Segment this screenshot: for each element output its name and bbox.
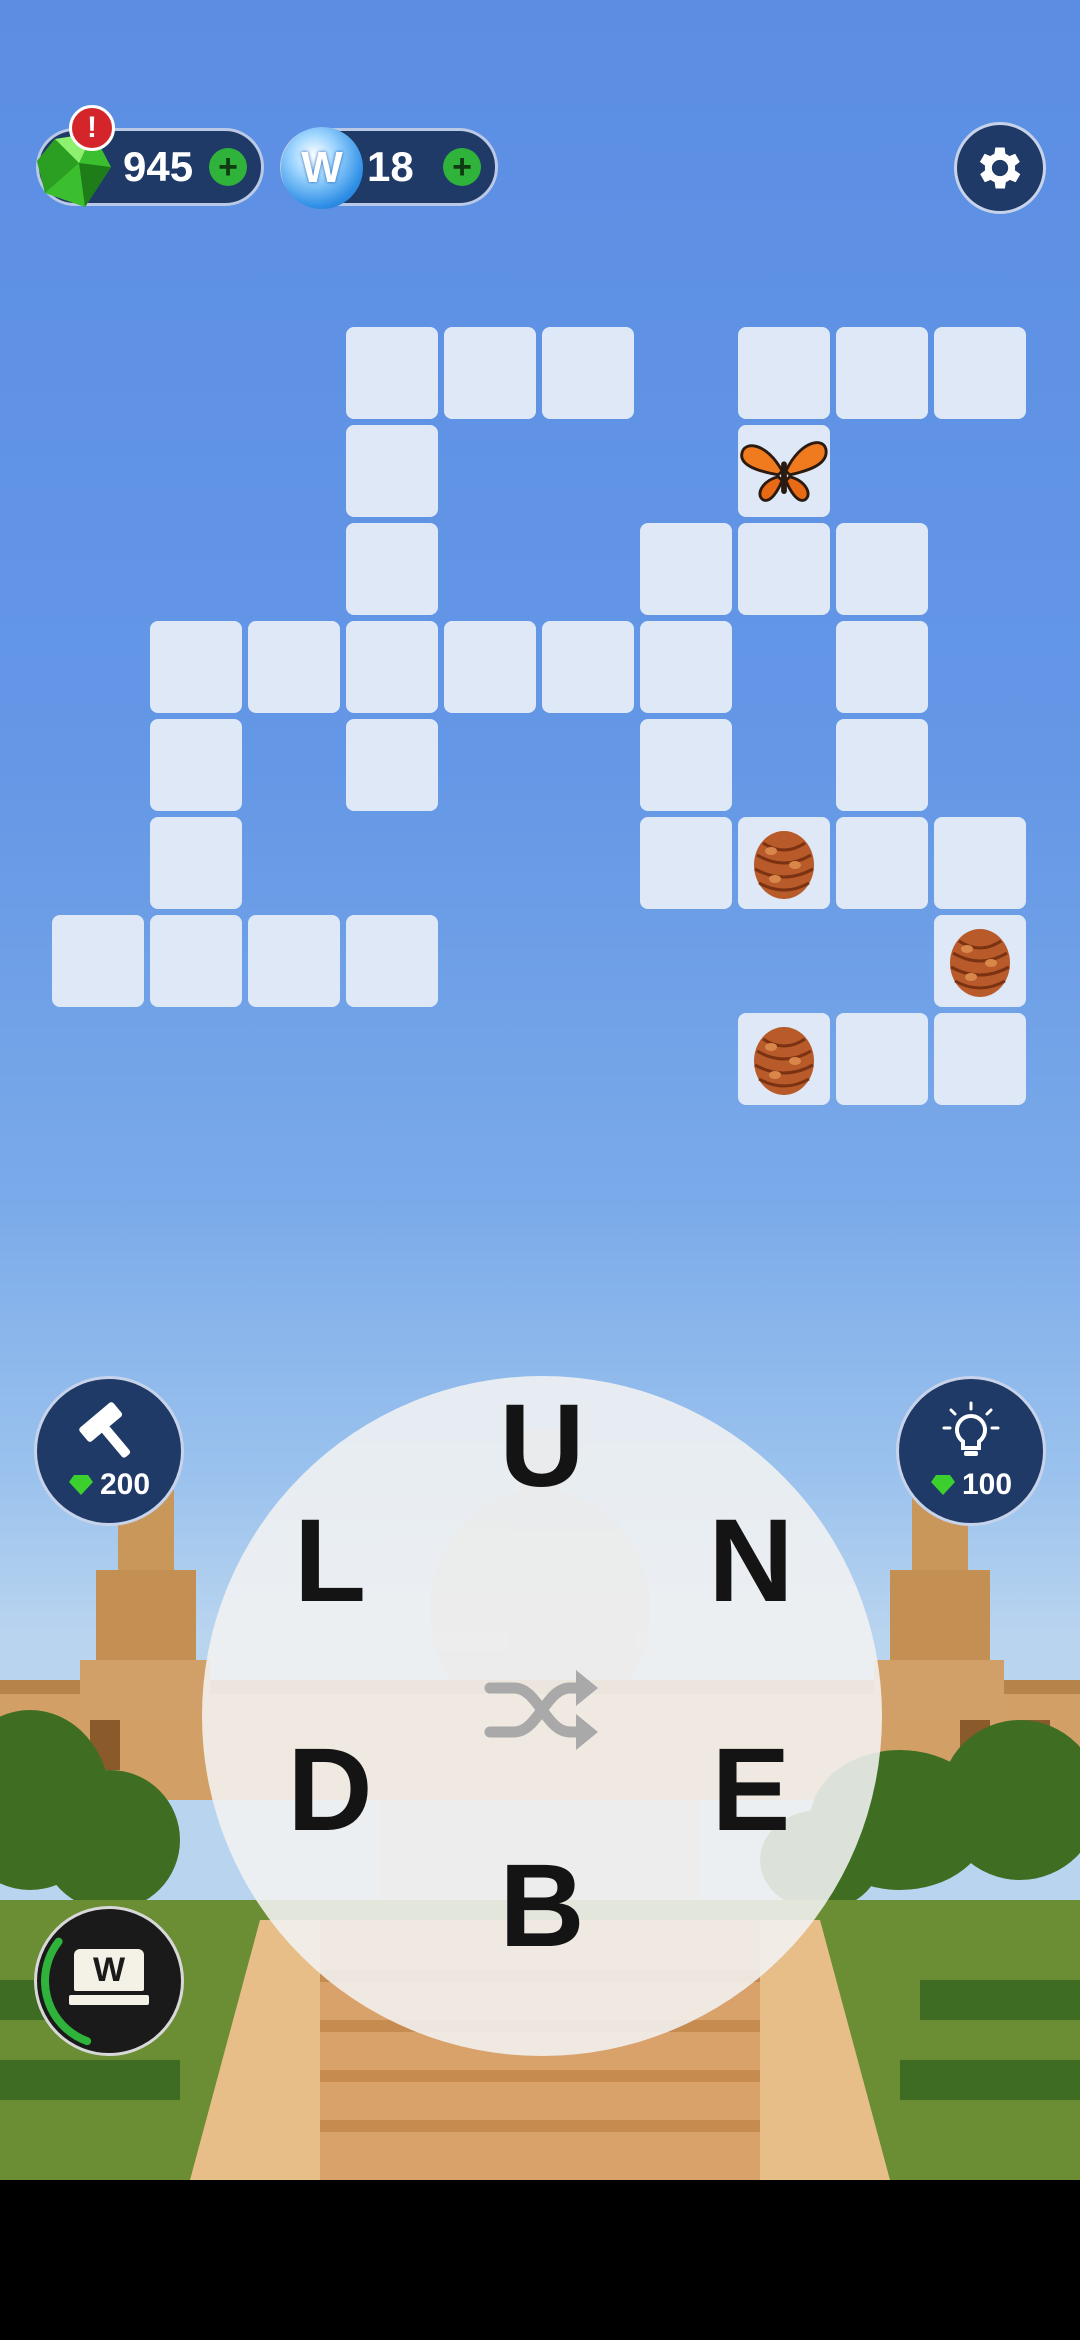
wheel-letter-b[interactable]: B	[472, 1836, 612, 1976]
grid-cell	[150, 719, 242, 811]
grid-cell	[346, 523, 438, 615]
grid-cell	[738, 1013, 830, 1105]
grid-cell	[444, 327, 536, 419]
pinecone-icon	[754, 831, 814, 899]
grid-cell	[640, 621, 732, 713]
wheel-letter-n[interactable]: N	[681, 1491, 821, 1631]
wheel-letter-d[interactable]: D	[260, 1720, 400, 1860]
grid-cell	[836, 1013, 928, 1105]
game-screen: ! 945 + W 18 + 200 100 U N E B D L W	[0, 0, 1080, 2180]
grid-cell	[444, 621, 536, 713]
grid-cell	[542, 327, 634, 419]
wheel-letter-e[interactable]: E	[681, 1720, 821, 1860]
gem-icon	[68, 1475, 93, 1495]
pinecone-icon	[950, 929, 1010, 997]
gem-icon	[930, 1475, 955, 1495]
grid-cell	[738, 327, 830, 419]
pinecone-icon	[754, 1027, 814, 1095]
book-base	[69, 1995, 149, 2005]
shuffle-icon[interactable]	[484, 1660, 600, 1760]
gear-icon	[979, 147, 1021, 189]
grid-cell	[738, 425, 830, 517]
word-book-icon: W	[74, 1949, 144, 1991]
butterfly-icon	[740, 441, 828, 502]
coins-counter[interactable]: W 18 +	[280, 127, 498, 209]
grid-cell	[640, 719, 732, 811]
grid-cell	[836, 719, 928, 811]
hammer-cost: 200	[99, 1468, 151, 1501]
w-coin-icon: W	[281, 127, 363, 209]
grid-cell	[52, 915, 144, 1007]
grid-cell	[248, 621, 340, 713]
letter-wheel[interactable]: U N E B D L	[202, 1376, 882, 2056]
hint-cost: 100	[961, 1468, 1013, 1501]
grid-cell	[738, 817, 830, 909]
hammer-icon	[79, 1402, 131, 1458]
grid-cell	[346, 719, 438, 811]
grid-cell	[934, 327, 1026, 419]
add-gems-button[interactable]: +	[209, 148, 247, 186]
wheel-letter-u[interactable]: U	[472, 1376, 612, 1516]
grid-cell	[934, 817, 1026, 909]
grid-cell	[346, 915, 438, 1007]
grid-cell	[640, 817, 732, 909]
grid-cell	[346, 425, 438, 517]
gems-counter[interactable]: ! 945 +	[36, 105, 264, 207]
grid-cell	[150, 915, 242, 1007]
grid-cell	[934, 1013, 1026, 1105]
grid-cell	[934, 915, 1026, 1007]
grid-cell	[836, 523, 928, 615]
grid-cell	[836, 817, 928, 909]
add-coins-button[interactable]: +	[443, 148, 481, 186]
word-book-button[interactable]: W	[34, 1906, 184, 2056]
grid-cell	[542, 621, 634, 713]
hammer-booster-button[interactable]: 200	[34, 1376, 184, 1526]
grid-cell	[150, 817, 242, 909]
lightbulb-icon	[942, 1401, 1000, 1456]
grid-cell	[836, 621, 928, 713]
grid-cell	[248, 915, 340, 1007]
alert-badge: !	[69, 105, 115, 151]
hint-booster-button[interactable]: 100	[896, 1376, 1046, 1526]
settings-button[interactable]	[954, 122, 1046, 214]
grid-cell	[150, 621, 242, 713]
wheel-letter-l[interactable]: L	[260, 1491, 400, 1631]
grid-cell	[836, 327, 928, 419]
grid-cell	[346, 327, 438, 419]
grid-cell	[640, 523, 732, 615]
grid-cell	[346, 621, 438, 713]
grid-cell	[738, 523, 830, 615]
